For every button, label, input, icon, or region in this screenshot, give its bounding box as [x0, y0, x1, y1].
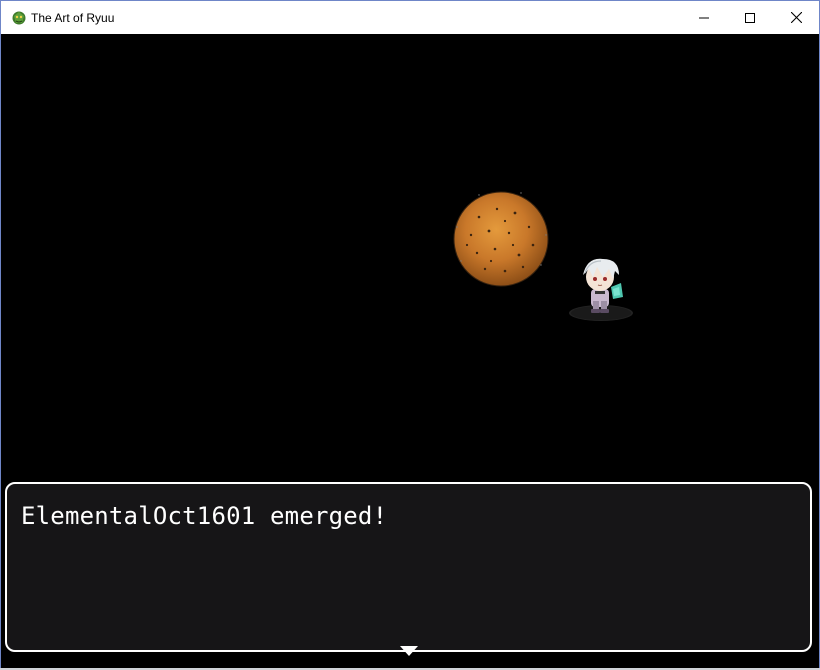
game-window: The Art of Ryuu ElementalOct1601 emerged… — [0, 0, 820, 670]
close-icon — [790, 12, 802, 23]
maximize-icon — [745, 12, 755, 23]
continue-arrow-icon[interactable] — [399, 644, 419, 656]
minimize-icon — [699, 13, 709, 23]
battle-scene[interactable]: ElementalOct1601 emerged! — [1, 34, 819, 669]
window-title: The Art of Ryuu — [31, 11, 115, 25]
hero-sprite[interactable] — [567, 249, 639, 325]
title-bar[interactable]: The Art of Ryuu — [1, 1, 819, 34]
enemy-sprite[interactable] — [449, 187, 553, 291]
maximize-button[interactable] — [727, 1, 773, 34]
dragon-app-icon — [11, 10, 27, 26]
message-window[interactable]: ElementalOct1601 emerged! — [5, 482, 812, 656]
battle-message: ElementalOct1601 emerged! — [21, 502, 388, 530]
minimize-button[interactable] — [681, 1, 727, 34]
close-button[interactable] — [773, 1, 819, 34]
